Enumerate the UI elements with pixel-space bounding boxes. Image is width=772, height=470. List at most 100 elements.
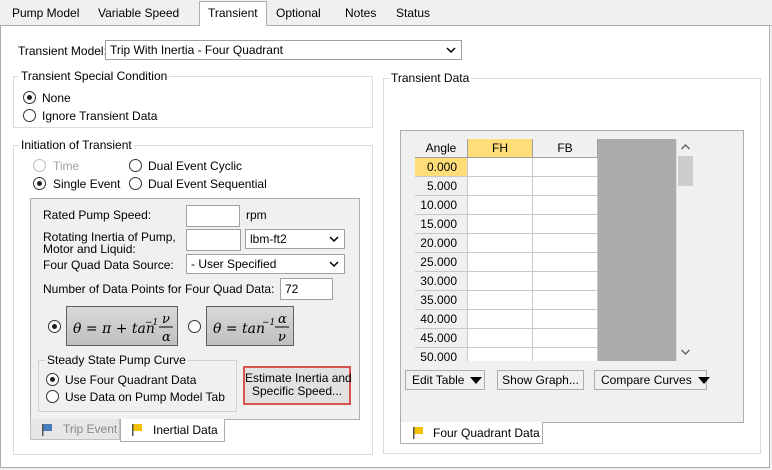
- edit-table-label: Edit Table: [412, 373, 465, 387]
- fh-cell[interactable]: [468, 348, 533, 361]
- fh-cell[interactable]: [468, 253, 533, 272]
- none-label: None: [42, 91, 71, 105]
- fh-cell[interactable]: [468, 329, 533, 348]
- dual-sequential-radio[interactable]: [129, 177, 142, 190]
- time-radio[interactable]: [33, 159, 46, 172]
- single-event-radio[interactable]: [33, 177, 46, 190]
- show-graph-button[interactable]: Show Graph...: [497, 370, 584, 390]
- dual-sequential-label: Dual Event Sequential: [148, 177, 267, 191]
- tab-bar: Pump Model Variable Speed Transient Opti…: [0, 0, 772, 27]
- formula2-radio[interactable]: [188, 320, 201, 333]
- initiation-title: Initiation of Transient: [19, 138, 134, 152]
- fb-cell[interactable]: [533, 348, 598, 361]
- scroll-down-icon[interactable]: [681, 349, 690, 355]
- fb-cell[interactable]: [533, 291, 598, 310]
- four-quadrant-label: Use Four Quadrant Data: [65, 373, 197, 387]
- four-quadrant-table[interactable]: Angle FH FB 0.000 5.000 10.000 15.000 20…: [415, 139, 676, 361]
- svg-text:ν: ν: [162, 312, 170, 327]
- svg-text:ν: ν: [278, 330, 286, 345]
- fb-cell[interactable]: [533, 310, 598, 329]
- dual-cyclic-radio[interactable]: [129, 159, 142, 172]
- fb-cell[interactable]: [533, 196, 598, 215]
- trip-event-tab[interactable]: Trip Event: [30, 419, 120, 440]
- dropdown-arrow-icon: [470, 377, 483, 385]
- tab-pump-model[interactable]: Pump Model: [4, 3, 87, 25]
- row-header[interactable]: 20.000: [415, 234, 468, 253]
- none-radio[interactable]: [23, 91, 36, 104]
- inertia-unit-select[interactable]: lbm-ft2: [245, 229, 345, 249]
- inertia-label-line2: Motor and Liquid:: [43, 242, 136, 256]
- svg-text:−1: −1: [145, 318, 158, 328]
- single-event-label: Single Event: [53, 177, 121, 191]
- yellow-flag-icon: [132, 424, 142, 436]
- rated-speed-label: Rated Pump Speed:: [43, 208, 152, 222]
- row-header[interactable]: 10.000: [415, 196, 468, 215]
- show-graph-label: Show Graph...: [502, 373, 579, 387]
- table-scrollbar[interactable]: [676, 139, 693, 361]
- fh-cell[interactable]: [468, 272, 533, 291]
- inertia-input[interactable]: [186, 229, 241, 251]
- rated-speed-unit: rpm: [246, 208, 267, 222]
- fh-cell[interactable]: [468, 310, 533, 329]
- inertial-data-tab[interactable]: Inertial Data: [120, 419, 225, 442]
- tab-variable-speed[interactable]: Variable Speed: [90, 3, 187, 25]
- fb-cell[interactable]: [533, 158, 598, 177]
- formula1-radio[interactable]: [48, 320, 61, 333]
- points-input[interactable]: 72: [280, 278, 333, 300]
- tab-status[interactable]: Status: [388, 3, 438, 25]
- scroll-thumb[interactable]: [678, 156, 693, 186]
- row-header[interactable]: 5.000: [415, 177, 468, 196]
- source-label: Four Quad Data Source:: [43, 258, 174, 272]
- blue-flag-icon: [42, 424, 52, 436]
- fb-cell[interactable]: [533, 177, 598, 196]
- fb-cell[interactable]: [533, 215, 598, 234]
- pump-model-data-label: Use Data on Pump Model Tab: [65, 390, 225, 404]
- four-quadrant-radio[interactable]: [46, 373, 59, 386]
- fh-cell[interactable]: [468, 291, 533, 310]
- fh-cell[interactable]: [468, 158, 533, 177]
- fh-cell[interactable]: [468, 177, 533, 196]
- row-header[interactable]: 0.000: [415, 158, 468, 177]
- fb-cell[interactable]: [533, 272, 598, 291]
- row-header[interactable]: 25.000: [415, 253, 468, 272]
- fb-cell[interactable]: [533, 329, 598, 348]
- row-header[interactable]: 50.000: [415, 348, 468, 361]
- steady-state-title: Steady State Pump Curve: [45, 353, 188, 367]
- row-header[interactable]: 40.000: [415, 310, 468, 329]
- fb-cell[interactable]: [533, 234, 598, 253]
- compare-curves-button[interactable]: Compare Curves: [594, 370, 710, 390]
- row-header[interactable]: 30.000: [415, 272, 468, 291]
- formula2-image: θ = tan −1 α ν: [206, 306, 294, 346]
- inertial-data-label: Inertial Data: [153, 423, 218, 437]
- fb-cell[interactable]: [533, 253, 598, 272]
- tab-transient[interactable]: Transient: [199, 1, 267, 27]
- rated-speed-input[interactable]: [186, 205, 240, 227]
- fh-cell[interactable]: [468, 215, 533, 234]
- row-header[interactable]: 45.000: [415, 329, 468, 348]
- column-header-angle[interactable]: Angle: [415, 139, 468, 158]
- chevron-down-icon: [329, 236, 339, 243]
- scroll-up-icon[interactable]: [681, 144, 690, 150]
- source-select[interactable]: - User Specified: [186, 254, 345, 274]
- row-header[interactable]: 15.000: [415, 215, 468, 234]
- row-header[interactable]: 35.000: [415, 291, 468, 310]
- source-value: - User Specified: [191, 257, 277, 271]
- transient-model-select[interactable]: Trip With Inertia - Four Quadrant: [105, 40, 462, 60]
- fh-cell[interactable]: [468, 196, 533, 215]
- tab-optional[interactable]: Optional: [268, 3, 329, 25]
- ignore-transient-radio[interactable]: [23, 109, 36, 122]
- formula1-image: θ = π + tan −1 ν α: [66, 306, 178, 346]
- fh-cell[interactable]: [468, 234, 533, 253]
- tab-notes[interactable]: Notes: [337, 3, 384, 25]
- compare-curves-label: Compare Curves: [601, 373, 692, 387]
- column-header-fb[interactable]: FB: [533, 139, 598, 158]
- estimate-line2: Specific Speed...: [251, 384, 343, 398]
- pump-model-data-radio[interactable]: [46, 390, 59, 403]
- estimate-inertia-button[interactable]: Estimate Inertia and Specific Speed...: [243, 366, 352, 405]
- inertia-unit-value: lbm-ft2: [250, 232, 287, 246]
- four-quadrant-data-tab[interactable]: Four Quadrant Data: [400, 422, 543, 444]
- special-condition-title: Transient Special Condition: [19, 69, 170, 83]
- ignore-transient-label: Ignore Transient Data: [42, 109, 158, 123]
- edit-table-button[interactable]: Edit Table: [405, 370, 485, 390]
- column-header-fh[interactable]: FH: [468, 139, 533, 158]
